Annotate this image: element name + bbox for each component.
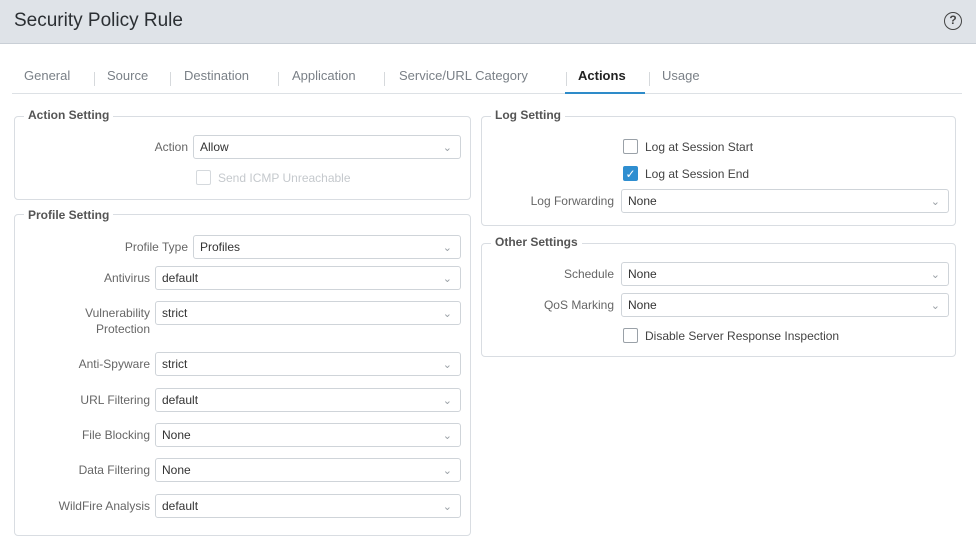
tab-bar: General Source Destination Application S… (12, 62, 962, 94)
log-session-start-label: Log at Session Start (645, 140, 754, 154)
profile-type-select[interactable]: Profiles ⌄ (193, 235, 461, 259)
qos-marking-value: None (628, 298, 657, 312)
send-icmp-checkbox[interactable] (196, 170, 211, 185)
data-filtering-select[interactable]: None ⌄ (155, 458, 461, 482)
active-tab-indicator (565, 92, 645, 94)
disable-server-response-inspection-label: Disable Server Response Inspection (645, 329, 840, 343)
vulnerability-protection-select[interactable]: strict ⌄ (155, 301, 461, 325)
chevron-down-icon: ⌄ (442, 501, 452, 513)
data-filtering-value: None (162, 463, 191, 477)
url-filtering-label: URL Filtering (80, 393, 150, 407)
tab-separator (170, 72, 171, 86)
log-forwarding-label: Log Forwarding (530, 194, 614, 208)
log-forwarding-select[interactable]: None ⌄ (621, 189, 949, 213)
tab-separator (649, 72, 650, 86)
schedule-label: Schedule (563, 267, 614, 281)
antivirus-value: default (162, 271, 199, 285)
tab-destination[interactable]: Destination (184, 68, 249, 83)
vulnerability-protection-value: strict (162, 306, 188, 320)
chevron-down-icon: ⌄ (442, 308, 452, 320)
tab-separator (384, 72, 385, 86)
file-blocking-select[interactable]: None ⌄ (155, 423, 461, 447)
action-setting-legend: Action Setting (24, 108, 114, 122)
chevron-down-icon: ⌄ (442, 273, 452, 285)
send-icmp-label: Send ICMP Unreachable (218, 171, 351, 185)
chevron-down-icon: ⌄ (442, 142, 452, 154)
action-label: Action (154, 140, 188, 154)
anti-spyware-label: Anti-Spyware (78, 357, 150, 371)
profile-setting-legend: Profile Setting (24, 208, 114, 222)
window-title: Security Policy Rule (14, 10, 183, 31)
tab-service-url-category[interactable]: Service/URL Category (399, 68, 528, 83)
qos-marking-label: QoS Marking (543, 298, 614, 312)
chevron-down-icon: ⌄ (930, 269, 940, 281)
tab-separator (278, 72, 279, 86)
anti-spyware-value: strict (162, 357, 188, 371)
tab-source[interactable]: Source (107, 68, 148, 83)
schedule-value: None (628, 267, 657, 281)
other-settings-legend: Other Settings (491, 235, 582, 249)
profile-type-value: Profiles (200, 240, 241, 254)
antivirus-label: Antivirus (103, 271, 150, 285)
file-blocking-value: None (162, 428, 191, 442)
chevron-down-icon: ⌄ (442, 430, 452, 442)
log-session-end-checkbox[interactable]: ✓ (623, 166, 638, 181)
chevron-down-icon: ⌄ (442, 395, 452, 407)
wildfire-analysis-label: WildFire Analysis (58, 499, 150, 513)
log-session-start-checkbox[interactable] (623, 139, 638, 154)
anti-spyware-select[interactable]: strict ⌄ (155, 352, 461, 376)
disable-server-response-inspection-checkbox[interactable] (623, 328, 638, 343)
tab-usage[interactable]: Usage (662, 68, 700, 83)
profile-type-label: Profile Type (124, 240, 188, 254)
tab-general[interactable]: General (24, 68, 70, 83)
antivirus-select[interactable]: default ⌄ (155, 266, 461, 290)
tab-separator (94, 72, 95, 86)
url-filtering-value: default (162, 393, 199, 407)
chevron-down-icon: ⌄ (442, 465, 452, 477)
data-filtering-label: Data Filtering (78, 463, 150, 477)
file-blocking-label: File Blocking (81, 428, 150, 442)
chevron-down-icon: ⌄ (442, 359, 452, 371)
check-icon: ✓ (625, 167, 636, 181)
vulnerability-protection-label: Vulnerability Protection (85, 306, 150, 336)
chevron-down-icon: ⌄ (442, 242, 452, 254)
log-setting-legend: Log Setting (491, 108, 565, 122)
tab-application[interactable]: Application (292, 68, 356, 83)
chevron-down-icon: ⌄ (930, 300, 940, 312)
action-value: Allow (200, 140, 229, 154)
schedule-select[interactable]: None ⌄ (621, 262, 949, 286)
wildfire-analysis-select[interactable]: default ⌄ (155, 494, 461, 518)
qos-marking-select[interactable]: None ⌄ (621, 293, 949, 317)
url-filtering-select[interactable]: default ⌄ (155, 388, 461, 412)
wildfire-analysis-value: default (162, 499, 199, 513)
tab-actions[interactable]: Actions (578, 68, 626, 83)
chevron-down-icon: ⌄ (930, 196, 940, 208)
log-session-end-label: Log at Session End (645, 167, 750, 181)
log-forwarding-value: None (628, 194, 657, 208)
help-icon[interactable]: ? (944, 12, 962, 30)
tab-separator (566, 72, 567, 86)
title-bar: Security Policy Rule ? (0, 0, 976, 44)
action-select[interactable]: Allow ⌄ (193, 135, 461, 159)
